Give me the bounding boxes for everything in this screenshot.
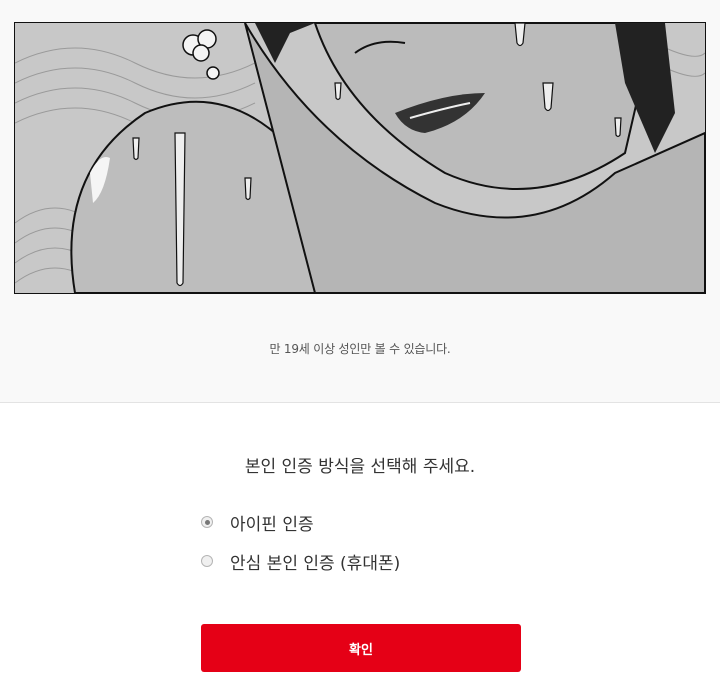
age-gate-header: 만 19세 이상 성인만 볼 수 있습니다. [0, 0, 720, 403]
option-phone[interactable]: 안심 본인 인증 (휴대폰) [200, 549, 401, 574]
verification-options: 아이핀 인증 안심 본인 인증 (휴대폰) [200, 510, 400, 588]
radio-ipin[interactable] [201, 516, 213, 528]
radio-phone[interactable] [201, 555, 213, 567]
verification-prompt: 본인 인증 방식을 선택해 주세요. [244, 457, 476, 477]
confirm-button[interactable]: 확인 [201, 624, 521, 672]
age-restriction-notice: 만 19세 이상 성인만 볼 수 있습니다. [269, 342, 451, 356]
banner-image [14, 22, 706, 294]
option-ipin-label: 아이핀 인증 [230, 514, 314, 535]
option-phone-label: 안심 본인 인증 (휴대폰) [230, 553, 401, 574]
option-ipin[interactable]: 아이핀 인증 [200, 510, 400, 535]
